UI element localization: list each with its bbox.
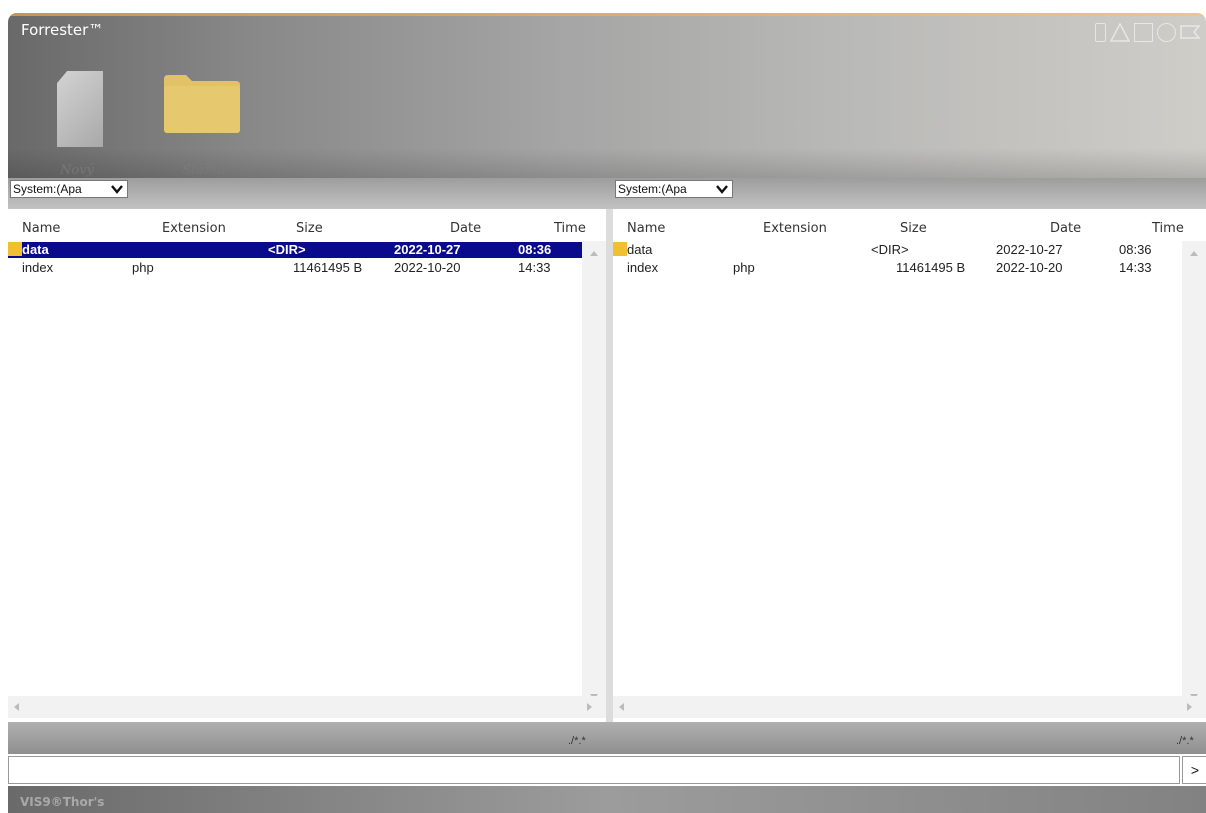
column-header-date[interactable]: Date xyxy=(1050,221,1081,237)
minimize-icon[interactable] xyxy=(1095,23,1106,42)
left-filter-text: ./*.* xyxy=(568,735,586,747)
scroll-up-icon[interactable] xyxy=(590,251,598,256)
left-drive-select[interactable]: System:(Apa xyxy=(10,180,128,198)
new-folder-label: Složka xyxy=(182,163,226,178)
right-drive-value: System:(Apa xyxy=(618,182,687,196)
column-header-time[interactable]: Time xyxy=(1152,221,1184,237)
column-header-date[interactable]: Date xyxy=(450,221,481,237)
right-file-panel[interactable]: Name Extension Size Date Time data <DIR>… xyxy=(613,209,1206,722)
chevron-down-icon xyxy=(716,185,728,194)
column-header-time[interactable]: Time xyxy=(554,221,586,237)
cell-time: 08:36 xyxy=(518,242,552,257)
cell-size: <DIR> xyxy=(871,242,909,257)
scroll-left-icon[interactable] xyxy=(14,703,19,711)
cell-extension: php xyxy=(733,260,755,275)
scroll-right-icon[interactable] xyxy=(1187,703,1192,711)
title-bar: Forrester™ Nový Složka xyxy=(8,13,1206,178)
cell-size: 11461495 B xyxy=(896,260,966,275)
new-file-label: Nový xyxy=(60,163,94,178)
close-icon[interactable] xyxy=(1180,23,1200,42)
folder-icon xyxy=(164,75,240,133)
command-go-button[interactable]: > xyxy=(1182,756,1206,784)
circle-icon[interactable] xyxy=(1157,23,1176,42)
app-title: Forrester™ xyxy=(21,21,104,39)
scroll-left-icon[interactable] xyxy=(619,703,624,711)
cell-name: index xyxy=(22,260,54,275)
cell-time: 08:36 xyxy=(1119,242,1152,257)
triangle-icon[interactable] xyxy=(1110,23,1130,42)
cell-time: 14:33 xyxy=(518,260,551,275)
column-header-extension[interactable]: Extension xyxy=(763,221,827,237)
command-row: > xyxy=(8,754,1206,786)
cell-name: data xyxy=(627,242,653,257)
column-header-size[interactable]: Size xyxy=(900,221,927,237)
column-header-size[interactable]: Size xyxy=(296,221,323,237)
cell-name: data xyxy=(22,242,49,257)
command-input[interactable] xyxy=(8,756,1180,784)
right-filter-text: ./*.* xyxy=(1176,735,1194,747)
app-window: Forrester™ Nový Složka System:(Apa Syste… xyxy=(8,13,1206,813)
column-header-name[interactable]: Name xyxy=(22,221,60,237)
cell-date: 2022-10-20 xyxy=(996,260,1063,275)
cell-name: index xyxy=(627,260,659,275)
cell-size: 11461495 B xyxy=(293,260,363,275)
table-row[interactable]: index php 11461495 B 2022-10-20 14:33 xyxy=(8,260,582,276)
right-drive-select[interactable]: System:(Apa xyxy=(615,180,733,198)
cell-date: 2022-10-27 xyxy=(996,242,1063,257)
chevron-down-icon xyxy=(111,185,123,194)
window-controls xyxy=(1095,23,1200,42)
panel-divider[interactable] xyxy=(606,209,613,722)
left-horizontal-scrollbar[interactable] xyxy=(8,696,606,718)
table-row[interactable]: index php 11461495 B 2022-10-20 14:33 xyxy=(613,260,1181,276)
right-vertical-scrollbar[interactable] xyxy=(1182,241,1206,709)
cell-extension: php xyxy=(132,260,154,275)
scroll-up-icon[interactable] xyxy=(1190,251,1198,256)
drive-bar: System:(Apa System:(Apa xyxy=(8,178,1206,209)
folder-marker-icon xyxy=(613,242,627,256)
column-header-extension[interactable]: Extension xyxy=(162,221,226,237)
status-bar: ./*.* ./*.* xyxy=(8,722,1206,754)
table-row[interactable]: data <DIR> 2022-10-27 08:36 xyxy=(8,242,582,258)
right-horizontal-scrollbar[interactable] xyxy=(613,696,1206,718)
left-file-panel[interactable]: Name Extension Size Date Time data <DIR>… xyxy=(8,209,606,722)
new-file-icon xyxy=(57,71,103,147)
folder-marker-icon xyxy=(8,242,22,256)
column-header-name[interactable]: Name xyxy=(627,221,665,237)
left-drive-value: System:(Apa xyxy=(13,182,82,196)
maximize-icon[interactable] xyxy=(1134,23,1153,42)
footer-bar: VIS9®Thor's xyxy=(8,786,1206,813)
scroll-right-icon[interactable] xyxy=(587,703,592,711)
cell-time: 14:33 xyxy=(1119,260,1152,275)
left-vertical-scrollbar[interactable] xyxy=(582,241,606,709)
table-row[interactable]: data <DIR> 2022-10-27 08:36 xyxy=(613,242,1181,258)
cell-date: 2022-10-27 xyxy=(394,242,461,257)
cell-date: 2022-10-20 xyxy=(394,260,461,275)
cell-size: <DIR> xyxy=(268,242,306,257)
footer-brand: VIS9®Thor's xyxy=(20,795,105,809)
